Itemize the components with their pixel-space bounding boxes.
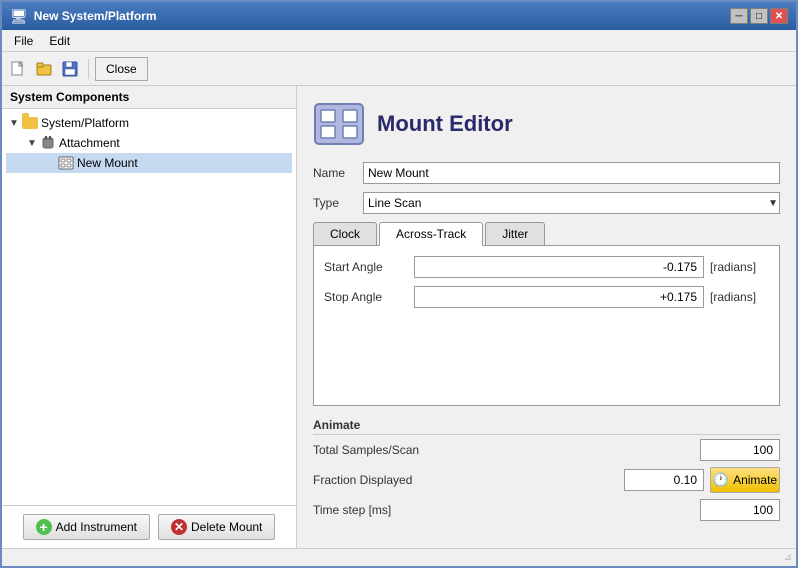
window-controls: ─ □ ✕ [730, 8, 788, 24]
close-window-button[interactable]: ✕ [770, 8, 788, 24]
total-samples-input[interactable] [700, 439, 780, 461]
sidebar: System Components ▼ System/Platform ▼ [2, 86, 297, 548]
animate-button[interactable]: 🕐 Animate [710, 467, 780, 493]
start-angle-row: Start Angle [radians] [324, 256, 769, 278]
fraction-input[interactable] [624, 469, 704, 491]
add-instrument-label: Add Instrument [56, 520, 137, 534]
type-row: Type Line Scan Frame Pushbroom ▼ [313, 192, 780, 214]
window-title: New System/Platform [34, 9, 724, 23]
name-label: Name [313, 166, 363, 180]
window-icon: 🖥 [10, 8, 28, 25]
tabs-bar: Clock Across-Track Jitter [313, 222, 780, 246]
tree-label-system: System/Platform [41, 116, 129, 130]
delete-mount-button[interactable]: ✕ Delete Mount [158, 514, 275, 540]
editor-header: Mount Editor [313, 102, 780, 146]
fraction-label: Fraction Displayed [313, 473, 624, 487]
save-button[interactable] [58, 57, 82, 81]
sidebar-header: System Components [2, 86, 296, 109]
toolbar-separator [88, 59, 89, 79]
title-bar: 🖥 New System/Platform ─ □ ✕ [2, 2, 796, 30]
animate-btn-label: Animate [733, 473, 777, 487]
minimize-button[interactable]: ─ [730, 8, 748, 24]
tree-label-attachment: Attachment [59, 136, 120, 150]
timestep-input[interactable] [700, 499, 780, 521]
tab-clock-label: Clock [330, 227, 360, 241]
tabs-container: Clock Across-Track Jitter Start Angle [r… [313, 222, 780, 406]
close-toolbar-button[interactable]: Close [95, 57, 148, 81]
open-icon [36, 61, 52, 77]
tree-item-mount[interactable]: New Mount [6, 153, 292, 173]
add-instrument-button[interactable]: + Add Instrument [23, 514, 150, 540]
tab-jitter-label: Jitter [502, 227, 528, 241]
timestep-row: Time step [ms] [313, 499, 780, 521]
editor-title: Mount Editor [377, 111, 513, 137]
animate-section-label: Animate [313, 418, 780, 435]
fraction-row: Fraction Displayed 🕐 Animate [313, 467, 780, 493]
type-select[interactable]: Line Scan Frame Pushbroom [363, 192, 780, 214]
stop-angle-row: Stop Angle [radians] [324, 286, 769, 308]
tree-label-mount: New Mount [77, 156, 138, 170]
main-content: System Components ▼ System/Platform ▼ [2, 86, 796, 548]
tree-item-attachment[interactable]: ▼ Attachment [6, 133, 292, 153]
delete-icon: ✕ [171, 519, 187, 535]
open-button[interactable] [32, 57, 56, 81]
type-label: Type [313, 196, 363, 210]
tab-jitter[interactable]: Jitter [485, 222, 545, 245]
add-icon: + [36, 519, 52, 535]
tree-expand-system[interactable]: ▼ [6, 115, 22, 131]
folder-icon [22, 115, 38, 131]
toolbar: Close [2, 52, 796, 86]
tree-area[interactable]: ▼ System/Platform ▼ [2, 109, 296, 505]
editor-area: Mount Editor Name Type Line Scan Frame P… [297, 86, 796, 548]
maximize-button[interactable]: □ [750, 8, 768, 24]
start-angle-unit: [radians] [704, 260, 769, 274]
resize-grip: ⊿ [784, 552, 792, 563]
tree-item-system[interactable]: ▼ System/Platform [6, 113, 292, 133]
status-bar: ⊿ [2, 548, 796, 566]
tab-across-track-label: Across-Track [396, 227, 466, 241]
main-window: 🖥 New System/Platform ─ □ ✕ File Edit [0, 0, 798, 568]
start-angle-label: Start Angle [324, 260, 414, 274]
timestep-label: Time step [ms] [313, 503, 700, 517]
sidebar-footer: + Add Instrument ✕ Delete Mount [2, 505, 296, 548]
mount-icon [58, 155, 74, 171]
tab-content-across-track: Start Angle [radians] Stop Angle [radian… [313, 246, 780, 406]
name-input[interactable] [363, 162, 780, 184]
menu-file[interactable]: File [6, 32, 41, 50]
menu-edit[interactable]: Edit [41, 32, 78, 50]
stop-angle-unit: [radians] [704, 290, 769, 304]
tree-expand-mount [42, 155, 58, 171]
save-icon [62, 61, 78, 77]
total-samples-row: Total Samples/Scan [313, 439, 780, 461]
new-icon [10, 61, 26, 77]
menu-bar: File Edit [2, 30, 796, 52]
mount-editor-icon [313, 102, 365, 146]
stop-angle-label: Stop Angle [324, 290, 414, 304]
plug-icon [40, 135, 56, 151]
stop-angle-input[interactable] [414, 286, 704, 308]
total-samples-label: Total Samples/Scan [313, 443, 700, 457]
delete-mount-label: Delete Mount [191, 520, 262, 534]
new-button[interactable] [6, 57, 30, 81]
name-row: Name [313, 162, 780, 184]
tab-across-track[interactable]: Across-Track [379, 222, 483, 246]
animate-section: Animate Total Samples/Scan Fraction Disp… [313, 418, 780, 521]
clock-icon: 🕐 [713, 472, 729, 488]
type-select-wrapper: Line Scan Frame Pushbroom ▼ [363, 192, 780, 214]
tab-clock[interactable]: Clock [313, 222, 377, 245]
tree-expand-attachment[interactable]: ▼ [24, 135, 40, 151]
start-angle-input[interactable] [414, 256, 704, 278]
